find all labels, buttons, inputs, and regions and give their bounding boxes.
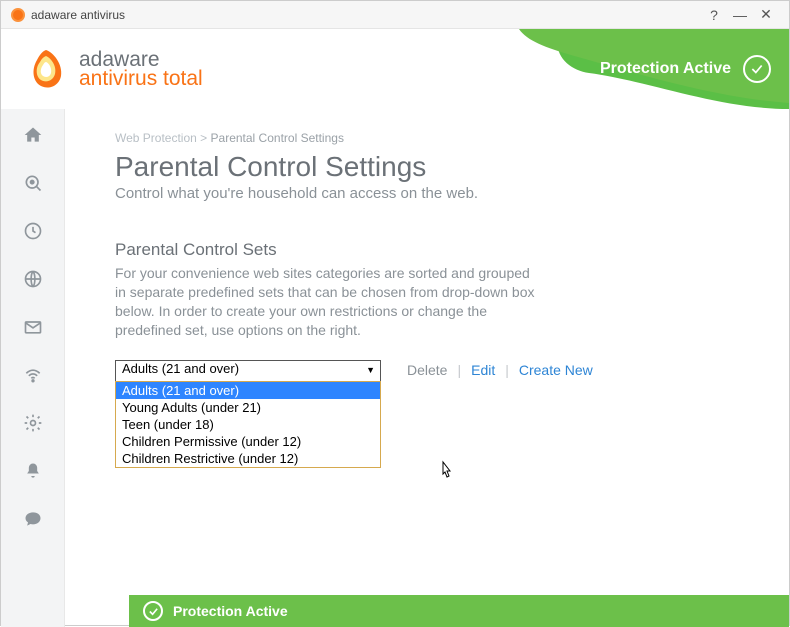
sets-title: Parental Control Sets bbox=[115, 240, 739, 260]
protection-status-label: Protection Active bbox=[600, 60, 731, 78]
clock-icon[interactable] bbox=[23, 221, 43, 241]
checkmark-icon bbox=[743, 55, 771, 83]
breadcrumb-current: Parental Control Settings bbox=[211, 131, 344, 145]
controls-row: Adults (21 and over) Adults (21 and over… bbox=[115, 360, 739, 382]
app-icon bbox=[11, 8, 25, 22]
sets-desc: For your convenience web sites categorie… bbox=[115, 264, 535, 340]
dropdown-option-3[interactable]: Children Permissive (under 12) bbox=[116, 433, 380, 450]
sidebar bbox=[1, 109, 65, 627]
scan-icon[interactable] bbox=[23, 173, 43, 193]
action-sep-1: | bbox=[457, 362, 461, 378]
minimize-button[interactable]: — bbox=[727, 7, 753, 23]
page-title: Parental Control Settings bbox=[115, 151, 739, 183]
protection-status-header: Protection Active bbox=[600, 55, 771, 83]
chat-icon[interactable] bbox=[23, 509, 43, 529]
dropdown-option-2[interactable]: Teen (under 18) bbox=[116, 416, 380, 433]
breadcrumb-parent[interactable]: Web Protection bbox=[115, 131, 197, 145]
sets-section: Parental Control Sets For your convenien… bbox=[115, 240, 739, 382]
dropdown-option-4[interactable]: Children Restrictive (under 12) bbox=[116, 450, 380, 467]
footer-status: Protection Active bbox=[129, 595, 789, 627]
content-area: Web Protection > Parental Control Settin… bbox=[65, 109, 789, 627]
settings-icon[interactable] bbox=[23, 413, 43, 433]
help-button[interactable]: ? bbox=[701, 7, 727, 23]
globe-icon[interactable] bbox=[23, 269, 43, 289]
cursor-pointer-icon bbox=[435, 459, 457, 488]
breadcrumb-sep: > bbox=[200, 131, 207, 145]
preset-actions: Delete | Edit | Create New bbox=[407, 362, 593, 378]
header: adaware antivirus total Protection Activ… bbox=[1, 29, 789, 109]
page-subtitle: Control what you're household can access… bbox=[115, 185, 739, 202]
preset-dropdown[interactable]: Adults (21 and over) Adults (21 and over… bbox=[115, 360, 381, 382]
delete-action[interactable]: Delete bbox=[407, 362, 447, 378]
create-new-action[interactable]: Create New bbox=[519, 362, 593, 378]
window-title: adaware antivirus bbox=[31, 8, 125, 22]
dropdown-list: Adults (21 and over) Young Adults (under… bbox=[115, 381, 381, 468]
wifi-icon[interactable] bbox=[23, 365, 43, 385]
action-sep-2: | bbox=[505, 362, 509, 378]
dropdown-option-1[interactable]: Young Adults (under 21) bbox=[116, 399, 380, 416]
mail-icon[interactable] bbox=[23, 317, 43, 337]
footer-status-label: Protection Active bbox=[173, 603, 288, 619]
home-icon[interactable] bbox=[23, 125, 43, 145]
title-bar: adaware antivirus ? — ✕ bbox=[1, 1, 789, 29]
close-button[interactable]: ✕ bbox=[753, 6, 779, 23]
checkmark-icon bbox=[143, 601, 163, 621]
breadcrumb: Web Protection > Parental Control Settin… bbox=[115, 131, 739, 145]
edit-action[interactable]: Edit bbox=[471, 362, 495, 378]
dropdown-button[interactable]: Adults (21 and over) bbox=[115, 360, 381, 382]
bell-icon[interactable] bbox=[23, 461, 43, 481]
logo-icon bbox=[23, 46, 69, 92]
brand-line2: antivirus total bbox=[79, 68, 203, 89]
logo-text: adaware antivirus total bbox=[79, 49, 203, 89]
dropdown-option-0[interactable]: Adults (21 and over) bbox=[116, 382, 380, 399]
